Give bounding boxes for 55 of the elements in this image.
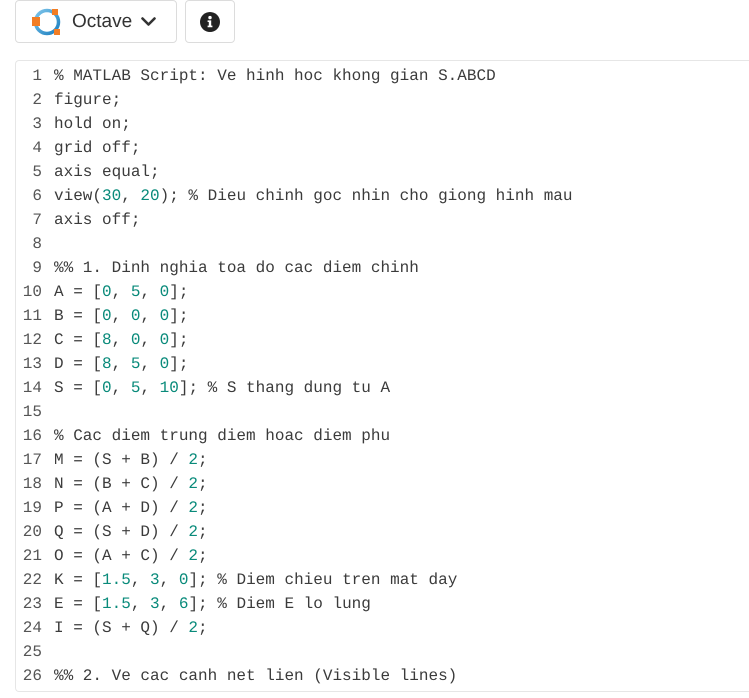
logo-icon — [32, 6, 62, 36]
line-number: 1 — [32, 67, 42, 85]
code-line: Q = (S + D) / 2; — [54, 522, 208, 543]
code-line: grid off; — [54, 138, 140, 159]
line-number: 8 — [32, 235, 42, 253]
code-line: M = (S + B) / 2; — [54, 450, 208, 471]
code-line: P = (A + D) / 2; — [54, 498, 208, 519]
code-line: axis equal; — [54, 162, 160, 183]
code-line: C = [8, 0, 0]; — [54, 330, 188, 351]
line-number: 17 — [22, 451, 42, 469]
code-line: view(30, 20); % Dieu chinh goc nhin cho giong hinh mau — [54, 186, 572, 207]
line-number: 20 — [22, 523, 42, 541]
line-number: 18 — [22, 475, 42, 493]
line-number: 7 — [32, 211, 42, 229]
code-line: E = [1.5, 3, 6]; % Diem E lo lung — [54, 594, 371, 615]
line-number: 12 — [22, 331, 42, 349]
code-line: hold on; — [54, 114, 131, 135]
code-line: A = [0, 5, 0]; — [54, 282, 188, 303]
info-button[interactable] — [185, 0, 235, 43]
code-line: I = (S + Q) / 2; — [54, 618, 208, 639]
line-number: 24 — [22, 619, 42, 637]
code-line: N = (B + C) / 2; — [54, 474, 208, 495]
line-number: 4 — [32, 139, 42, 157]
line-number: 22 — [22, 571, 42, 589]
language-dropdown[interactable]: Octave — [15, 0, 177, 43]
line-number: 3 — [32, 115, 42, 133]
chevron-down-icon — [141, 16, 156, 26]
line-number: 13 — [22, 355, 42, 373]
code-line: D = [8, 5, 0]; — [54, 354, 188, 375]
code-line: figure; — [54, 90, 122, 111]
info-icon — [200, 12, 220, 32]
code-line: S = [0, 5, 10]; % S thang dung tu A — [54, 378, 390, 399]
line-number: 2 — [32, 91, 42, 109]
line-number: 5 — [32, 163, 42, 181]
line-number: 16 — [22, 427, 42, 445]
code-line: %% 2. Ve cac canh net lien (Visible lines) — [54, 666, 458, 687]
line-number: 10 — [22, 283, 42, 301]
line-number: 6 — [32, 187, 42, 205]
code-editor[interactable] — [15, 60, 749, 692]
line-number: 23 — [22, 595, 42, 613]
line-number: 21 — [22, 547, 42, 565]
line-number: 19 — [22, 499, 42, 517]
line-number: 11 — [22, 307, 42, 325]
code-line: % MATLAB Script: Ve hinh hoc khong gian S.ABCD — [54, 66, 496, 87]
line-number: 14 — [22, 379, 42, 397]
line-number: 9 — [32, 259, 42, 277]
code-line: %% 1. Dinh nghia toa do cac diem chinh — [54, 258, 419, 279]
code-line: axis off; — [54, 210, 140, 231]
line-number: 25 — [22, 643, 42, 661]
code-line: K = [1.5, 3, 0]; % Diem chieu tren mat day — [54, 570, 458, 591]
code-line: B = [0, 0, 0]; — [54, 306, 188, 327]
line-number: 15 — [22, 403, 42, 421]
code-line: % Cac diem trung diem hoac diem phu — [54, 426, 390, 447]
line-number: 26 — [22, 667, 42, 685]
code-line: O = (A + C) / 2; — [54, 546, 208, 567]
